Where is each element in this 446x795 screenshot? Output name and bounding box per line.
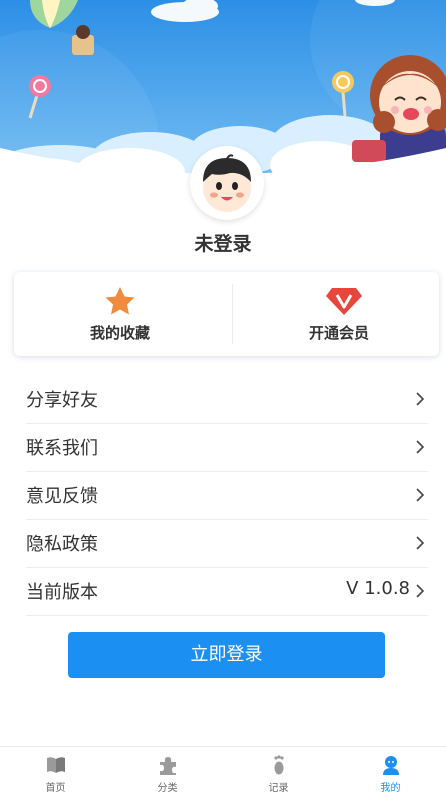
tab-records[interactable]: 记录 — [223, 747, 334, 795]
vip-diamond-icon — [326, 288, 362, 315]
menu-item-label: 隐私政策 — [26, 534, 98, 555]
favorites-button[interactable]: 我的收藏 — [14, 272, 226, 356]
star-icon — [105, 287, 135, 315]
version-value: V 1.0.8 — [346, 578, 410, 599]
chevron-right-icon — [416, 584, 425, 598]
chevron-right-icon — [416, 536, 425, 550]
settings-menu: 分享好友 联系我们 意见反馈 隐私政策 当前版本 V 1.0.8 — [26, 376, 428, 616]
tab-label: 记录 — [268, 783, 289, 794]
book-icon — [47, 757, 65, 773]
menu-item-privacy[interactable]: 隐私政策 — [26, 520, 428, 568]
username-label: 未登录 — [194, 233, 252, 255]
menu-item-label: 联系我们 — [26, 438, 98, 459]
user-icon — [383, 756, 399, 775]
chevron-right-icon — [416, 488, 425, 502]
vip-label: 开通会员 — [308, 324, 369, 342]
menu-item-label: 分享好友 — [26, 390, 98, 411]
menu-item-feedback[interactable]: 意见反馈 — [26, 472, 428, 520]
tab-label: 首页 — [45, 783, 66, 794]
tab-home[interactable]: 首页 — [0, 747, 111, 795]
menu-item-contact[interactable]: 联系我们 — [26, 424, 428, 472]
favorites-label: 我的收藏 — [89, 324, 150, 342]
quick-actions-card: 我的收藏 开通会员 — [14, 272, 439, 356]
bottom-tab-bar: 首页 分类 记录 我的 — [0, 746, 446, 795]
chevron-right-icon — [416, 392, 425, 406]
boy-avatar-icon — [193, 149, 261, 217]
puzzle-icon — [160, 757, 176, 775]
login-button[interactable]: 立即登录 — [68, 632, 385, 678]
chevron-right-icon — [416, 440, 425, 454]
menu-item-label: 意见反馈 — [26, 486, 98, 507]
tab-category[interactable]: 分类 — [112, 747, 223, 795]
tab-label: 分类 — [157, 783, 178, 794]
tab-mine[interactable]: 我的 — [335, 747, 446, 795]
menu-item-version[interactable]: 当前版本 V 1.0.8 — [26, 568, 428, 616]
menu-item-label: 当前版本 — [26, 582, 98, 603]
footprint-icon — [274, 755, 284, 775]
menu-item-share[interactable]: 分享好友 — [26, 376, 428, 424]
avatar[interactable] — [190, 146, 264, 220]
tab-label: 我的 — [380, 783, 401, 794]
vip-membership-button[interactable]: 开通会员 — [233, 272, 445, 356]
